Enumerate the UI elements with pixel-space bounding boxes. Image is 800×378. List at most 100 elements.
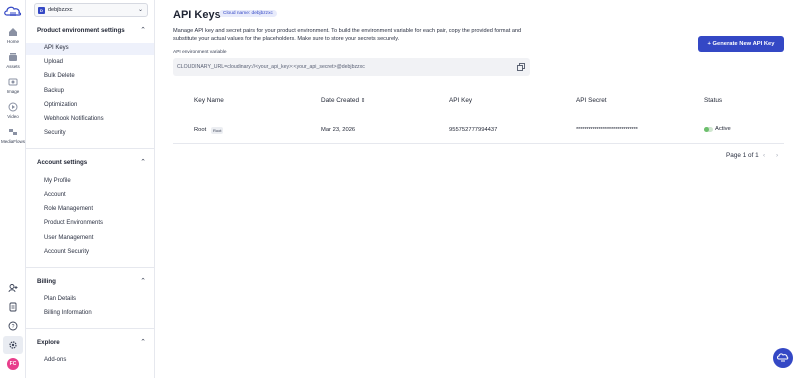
image-icon: [8, 78, 18, 86]
environment-select[interactable]: D debjbzzxc ⌄: [34, 3, 148, 17]
rail-label: Video: [7, 114, 19, 119]
rail-label: Assets: [6, 64, 20, 69]
nav-item-bulk-delete[interactable]: Bulk Delete: [26, 71, 154, 83]
rail-label: Image: [6, 89, 20, 94]
nav-item-role-management[interactable]: Role Management: [26, 204, 154, 216]
cell-api-secret[interactable]: ******************************: [576, 127, 638, 133]
nav-label: Role Management: [44, 206, 94, 212]
nav-label: User Management: [44, 235, 94, 241]
root-badge: Root: [211, 127, 224, 134]
nav-item-account-security[interactable]: Account Security: [26, 247, 154, 259]
section-product-environment-settings[interactable]: Product environment settings ⌃: [26, 24, 154, 38]
column-header-key-name: Key Name: [194, 97, 224, 104]
section-title: Explore: [37, 339, 60, 346]
nav-label: Upload: [44, 59, 64, 65]
avatar[interactable]: FC: [7, 358, 19, 370]
nav-label: Backup: [44, 88, 65, 94]
nav-item-my-profile[interactable]: My Profile: [26, 176, 154, 188]
nav-item-billing-information[interactable]: Billing Information: [26, 308, 154, 320]
section-divider: [26, 267, 154, 268]
nav-label: Security: [44, 130, 66, 136]
chevron-right-icon[interactable]: ›: [776, 152, 778, 159]
chat-icon: [777, 353, 789, 362]
generate-api-key-button[interactable]: + Generate New API Key: [698, 36, 784, 52]
nav-item-security[interactable]: Security: [26, 128, 154, 140]
nav-label: Account: [44, 192, 66, 198]
settings-sidebar: D debjbzzxc ⌄ Product environment settin…: [26, 0, 155, 378]
nav-label: Product Environments: [44, 220, 104, 226]
nav-label: Bulk Delete: [44, 73, 75, 79]
chevron-up-icon: ⌃: [140, 159, 146, 166]
nav-item-product-environments[interactable]: Product Environments: [26, 218, 154, 230]
nav-item-plan-details[interactable]: Plan Details: [26, 294, 154, 306]
left-rail: Home Assets Image Video MediaFlows ? FC: [0, 0, 26, 378]
rail-label: MediaFlows: [0, 139, 25, 144]
nav-label: My Profile: [44, 178, 71, 184]
rail-help-button[interactable]: ?: [0, 321, 26, 331]
rail-item-video[interactable]: Video: [0, 102, 26, 119]
sort-icon: ⇕: [360, 98, 366, 104]
nav-item-account[interactable]: Account: [26, 190, 154, 202]
header-label: Date Created: [321, 97, 360, 104]
support-chat-button[interactable]: [773, 348, 793, 368]
page-title: API Keys: [173, 9, 221, 21]
nav-label: Optimization: [44, 102, 78, 108]
env-var-value: CLOUDINARY_URL=cloudinary://<your_api_ke…: [177, 64, 365, 70]
nav-item-optimization[interactable]: Optimization: [26, 100, 154, 112]
cloud-name-badge: Cloud name: debjbzzxc: [219, 10, 277, 17]
nav-label: Add-ons: [44, 357, 67, 363]
rail-item-image[interactable]: Image: [0, 77, 26, 94]
env-var-label: API environment variable: [173, 50, 227, 55]
section-title: Billing: [37, 278, 56, 285]
column-header-date-created[interactable]: Date Created ⇕: [321, 97, 365, 104]
users-icon: [8, 284, 18, 293]
rail-item-home[interactable]: Home: [0, 27, 26, 44]
nav-item-upload[interactable]: Upload: [26, 57, 154, 69]
section-explore[interactable]: Explore ⌃: [26, 336, 154, 350]
rail-label: Home: [6, 39, 19, 44]
nav-item-backup[interactable]: Backup: [26, 86, 154, 98]
status-toggle[interactable]: [704, 127, 713, 132]
nav-label: Account Security: [44, 249, 90, 255]
nav-item-user-management[interactable]: User Management: [26, 233, 154, 245]
rail-users-button[interactable]: [0, 283, 26, 293]
nav-item-add-ons[interactable]: Add-ons: [26, 355, 154, 367]
section-divider: [26, 148, 154, 149]
page-description: Manage API key and secret pairs for your…: [173, 28, 522, 42]
section-divider: [26, 328, 154, 329]
env-var-field: CLOUDINARY_URL=cloudinary://<your_api_ke…: [173, 58, 530, 76]
mediaflows-icon: [9, 129, 17, 135]
assets-icon: [9, 53, 17, 61]
row-divider: [173, 143, 784, 144]
cloudinary-logo-icon[interactable]: [4, 5, 22, 17]
nav-label: Webhook Notifications: [44, 116, 104, 122]
section-billing[interactable]: Billing ⌃: [26, 275, 154, 289]
chevron-up-icon: ⌃: [140, 339, 146, 346]
video-icon: [8, 102, 18, 112]
nav-label: API Keys: [44, 45, 69, 51]
section-title: Account settings: [37, 159, 88, 166]
nav-label: Billing Information: [44, 310, 92, 316]
rail-item-mediaflows[interactable]: MediaFlows: [0, 127, 26, 144]
gear-icon: [9, 341, 17, 349]
nav-item-api-keys[interactable]: API Keys: [26, 43, 154, 55]
chevron-left-icon[interactable]: ‹: [763, 152, 765, 159]
chevron-down-icon: ⌄: [137, 7, 143, 13]
chevron-up-icon: ⌃: [140, 27, 146, 34]
pagination-label: Page 1 of 1: [726, 152, 759, 159]
environment-name: debjbzzxc: [48, 7, 73, 13]
rail-item-assets[interactable]: Assets: [0, 52, 26, 69]
status-label: Active: [715, 126, 731, 132]
chevron-up-icon: ⌃: [140, 278, 146, 285]
cell-key-name: Root: [194, 127, 207, 133]
nav-item-webhook-notifications[interactable]: Webhook Notifications: [26, 114, 154, 126]
section-account-settings[interactable]: Account settings ⌃: [26, 156, 154, 170]
copy-icon[interactable]: [517, 63, 525, 71]
column-header-status: Status: [704, 97, 723, 104]
cell-api-key[interactable]: 955752777994437: [449, 127, 497, 133]
section-title: Product environment settings: [37, 27, 125, 34]
column-header-api-secret: API Secret: [576, 97, 607, 104]
rail-docs-button[interactable]: [0, 302, 26, 312]
rail-settings-button[interactable]: [0, 340, 26, 350]
main-content: API Keys Cloud name: debjbzzxc Manage AP…: [155, 0, 800, 378]
